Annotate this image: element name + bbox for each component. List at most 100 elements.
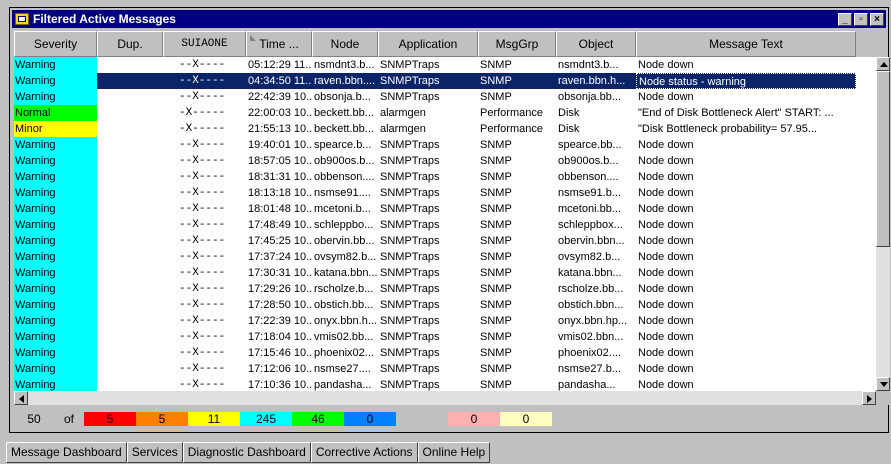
cell-time: 17:12:06 10... — [248, 363, 312, 375]
table-row[interactable]: Warning --X---- 19:40:01 10... spearce.b...… — [14, 137, 876, 153]
column-header-time[interactable]: Time ... — [246, 31, 312, 57]
table-row[interactable]: Warning --X---- 17:30:31 10... katana.bbn..… — [14, 265, 876, 281]
table-row[interactable]: Warning --X---- 17:10:36 10... pandasha... S… — [14, 377, 876, 391]
table-row[interactable]: Warning --X---- 17:48:49 10... schleppbo...… — [14, 217, 876, 233]
window-title: Filtered Active Messages — [33, 12, 176, 26]
cell-time: 17:29:26 10... — [248, 283, 312, 295]
scroll-right-button[interactable] — [862, 391, 876, 405]
cell-time: 18:31:31 10... — [248, 171, 312, 183]
cell-dup — [97, 361, 163, 377]
cell-suiaone: --X---- — [179, 155, 226, 167]
minimize-button[interactable]: _ — [838, 12, 852, 26]
cell-object: nsmse91.b... — [558, 187, 621, 199]
column-header-severity[interactable]: Severity — [14, 31, 97, 57]
cell-suiaone: --X---- — [179, 251, 226, 263]
scroll-down-button[interactable] — [876, 377, 890, 391]
tab-message-dashboard[interactable]: Message Dashboard — [6, 442, 127, 463]
cell-msggrp: SNMP — [480, 91, 512, 103]
cell-node: ovsym82.b... — [314, 251, 377, 263]
cell-message: Node status - warning — [636, 73, 856, 89]
vertical-scroll-thumb[interactable] — [876, 71, 890, 247]
column-header-msggrp[interactable]: MsgGrp — [478, 31, 556, 57]
vertical-scrollbar[interactable] — [876, 57, 890, 391]
cell-severity: Warning — [14, 185, 97, 201]
table-row[interactable]: Warning --X---- 17:37:24 10... ovsym82.b...… — [14, 249, 876, 265]
cell-object: schleppbox... — [558, 219, 623, 231]
cell-message: Node down — [638, 219, 694, 231]
scroll-up-button[interactable] — [876, 57, 890, 71]
table-row[interactable]: Warning --X---- 18:13:18 10... nsmse91.... S… — [14, 185, 876, 201]
cell-node: obervin.bb... — [314, 235, 375, 247]
cell-time: 17:22:39 10... — [248, 315, 312, 327]
table-row[interactable]: Warning --X---- 17:29:26 10... rscholze.b..… — [14, 281, 876, 297]
cell-message: Node down — [638, 299, 694, 311]
cell-application: SNMPTraps — [380, 91, 440, 103]
cell-dup — [97, 89, 163, 105]
cell-msggrp: SNMP — [480, 363, 512, 375]
tab-corrective-actions[interactable]: Corrective Actions — [310, 442, 418, 463]
table-row[interactable]: Warning --X---- 18:31:31 10... obbenson....… — [14, 169, 876, 185]
close-button[interactable]: × — [870, 12, 884, 26]
column-header-dup[interactable]: Dup. — [97, 31, 163, 57]
table-row[interactable]: Warning --X---- 05:12:29 11... nsmdnt3.b...… — [14, 57, 876, 73]
cell-application: SNMPTraps — [380, 171, 440, 183]
cell-severity: Warning — [14, 137, 97, 153]
window-titlebar[interactable]: Filtered Active Messages _ ▫ × — [12, 10, 886, 28]
table-row[interactable]: Warning --X---- 17:15:46 10... phoenix02...… — [14, 345, 876, 361]
cell-severity: Warning — [14, 233, 97, 249]
cell-object: katana.bbn... — [558, 267, 622, 279]
maximize-button[interactable]: ▫ — [854, 12, 868, 26]
cell-application: SNMPTraps — [380, 347, 440, 359]
tab-services[interactable]: Services — [126, 442, 183, 463]
cell-message: Node down — [638, 139, 694, 151]
cell-suiaone: --X---- — [163, 73, 246, 89]
cell-message: Node down — [638, 315, 694, 327]
severity-counts: 5 5 11 245 46 0 0 0 — [84, 412, 552, 426]
cell-severity: Warning — [14, 153, 97, 169]
cell-message: Node down — [638, 267, 694, 279]
cell-dup — [97, 201, 163, 217]
severity-count-box: 0 — [448, 412, 500, 426]
cell-dup — [97, 281, 163, 297]
cell-application: SNMPTraps — [380, 59, 440, 71]
tab-diagnostic-dashboard[interactable]: Diagnostic Dashboard — [182, 442, 311, 463]
cell-time: 18:13:18 10... — [248, 187, 312, 199]
table-row[interactable]: Warning --X---- 17:12:06 10... nsmse27.... S… — [14, 361, 876, 377]
cell-dup — [97, 329, 163, 345]
column-header-application[interactable]: Application — [378, 31, 478, 57]
column-header-object[interactable]: Object — [556, 31, 636, 57]
horizontal-scrollbar[interactable] — [14, 391, 876, 405]
cell-application: SNMPTraps — [380, 299, 440, 311]
table-row[interactable]: Warning --X---- 18:57:05 10... ob900os.b...… — [14, 153, 876, 169]
table-row[interactable]: Normal -X----- 22:00:03 10... beckett.bb...… — [14, 105, 876, 121]
cell-dup — [97, 121, 163, 137]
table-row[interactable]: Warning --X---- 17:28:50 10... obstich.bb..… — [14, 297, 876, 313]
cell-dup — [97, 297, 163, 313]
cell-msggrp: SNMP — [480, 267, 512, 279]
cell-time: 22:42:39 10... — [248, 91, 312, 103]
column-header-message[interactable]: Message Text — [636, 31, 856, 57]
column-header-suiaone[interactable]: SUIAONE — [163, 31, 246, 57]
table-row[interactable]: Warning --X---- 18:01:48 10... mcetoni.b...… — [14, 201, 876, 217]
cell-msggrp: SNMP — [480, 203, 512, 215]
table-body: Warning --X---- 05:12:29 11... nsmdnt3.b...… — [14, 57, 876, 391]
table-row[interactable]: Warning --X---- 17:22:39 10... onyx.bbn.h..… — [14, 313, 876, 329]
column-header-label: Object — [578, 37, 614, 51]
cell-node: obstich.bb... — [314, 299, 374, 311]
cell-node: onyx.bbn.h... — [314, 315, 377, 327]
table-row[interactable]: Warning --X---- 17:18:04 10... vmis02.bb...… — [14, 329, 876, 345]
table-row[interactable]: Warning --X---- 22:42:39 10... obsonja.b...… — [14, 89, 876, 105]
cell-time: 19:40:01 10... — [248, 139, 312, 151]
cell-node: raven.bbn.... — [312, 73, 378, 89]
table-row[interactable]: Warning --X---- 17:45:25 10... obervin.bb..… — [14, 233, 876, 249]
severity-count-box: 245 — [240, 412, 292, 426]
cell-dup — [97, 233, 163, 249]
table-row[interactable]: Minor -X----- 21:55:13 10... beckett.bb... a… — [14, 121, 876, 137]
cell-suiaone: --X---- — [179, 379, 226, 391]
cell-suiaone: --X---- — [179, 59, 226, 71]
column-header-node[interactable]: Node — [312, 31, 378, 57]
cell-time: 18:57:05 10... — [248, 155, 312, 167]
tab-online-help[interactable]: Online Help — [417, 442, 491, 463]
scroll-left-button[interactable] — [14, 391, 28, 405]
table-row[interactable]: Warning --X---- 04:34:50 11... raven.bbn...… — [14, 73, 876, 89]
